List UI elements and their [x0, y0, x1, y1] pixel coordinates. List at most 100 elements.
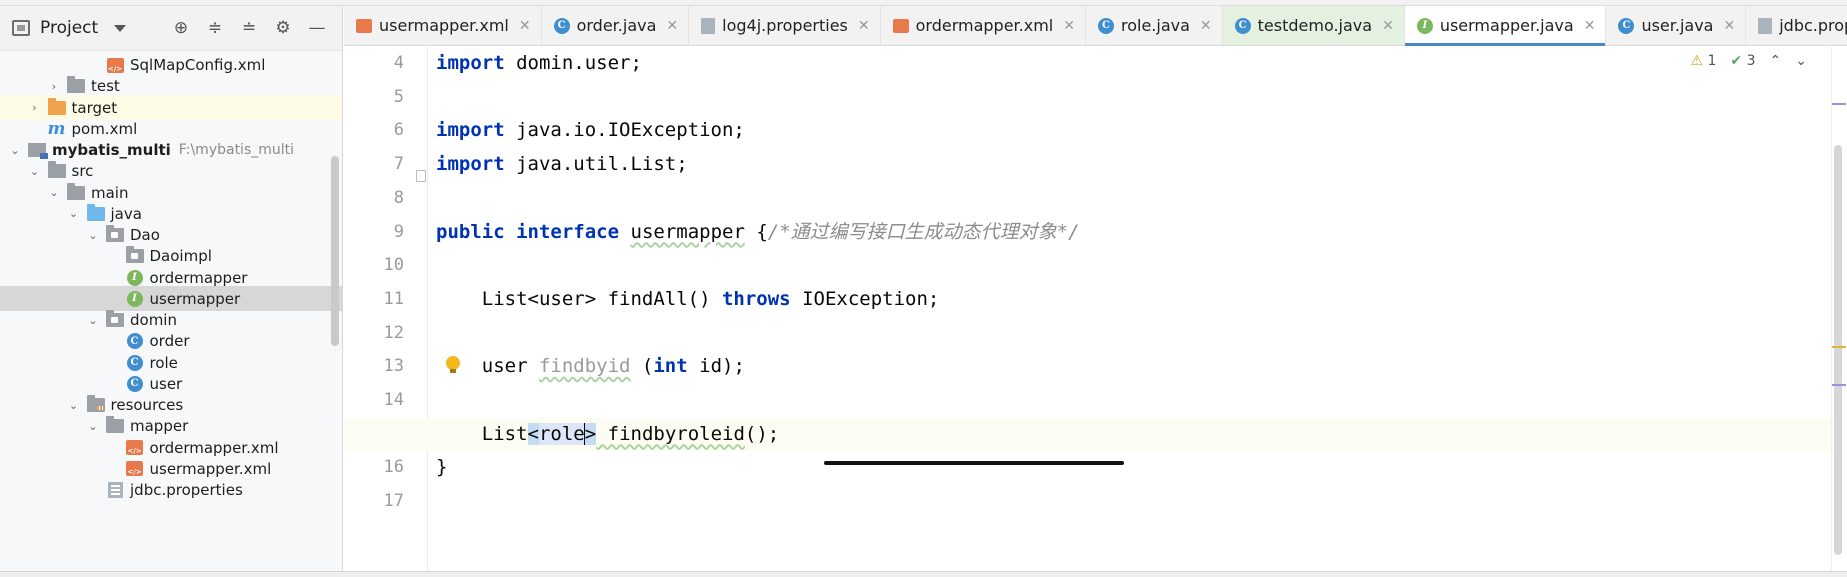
class-icon: C — [1097, 17, 1114, 34]
chevron-down-icon[interactable]: ⌄ — [86, 228, 100, 242]
warning-count[interactable]: ⚠ 1 — [1690, 53, 1716, 69]
folder-icon — [67, 182, 85, 201]
line-number: 14 — [383, 390, 404, 410]
warning-stripe-mark[interactable] — [1832, 346, 1846, 348]
editor-scrollbar-thumb[interactable] — [1834, 145, 1842, 555]
line-number: 11 — [383, 288, 404, 309]
locate-icon[interactable]: ⊕ — [170, 17, 192, 39]
chevron-down-icon[interactable]: ⌄ — [8, 143, 22, 157]
interface-icon: I — [126, 290, 144, 307]
code-line-16: } — [436, 456, 448, 479]
collapse-all-icon[interactable]: ≐ — [238, 17, 260, 39]
editor-tabs: usermapper.xml ✕ Corder.java ✕ log4j.propert… — [344, 6, 1847, 46]
tree-item-label: SqlMapConfig.xml — [130, 56, 266, 74]
code-line-6: import java.io.IOException; — [436, 119, 745, 142]
chevron-down-icon[interactable] — [114, 24, 127, 32]
tab-label: log4j.properties — [722, 16, 848, 35]
annotation-underline — [824, 461, 1124, 465]
warning-icon: ⚠ — [1690, 53, 1704, 69]
code-line-11: List<user> findAll() throws IOException; — [436, 287, 940, 310]
line-number: 4 — [393, 53, 404, 73]
class-icon: C — [126, 375, 144, 392]
chevron-down-icon[interactable]: ⌄ — [86, 419, 100, 433]
tab-order-java[interactable]: Corder.java ✕ — [542, 6, 690, 45]
interface-icon: I — [126, 269, 144, 286]
tab-jdbc-properties[interactable]: jdbc.propertie — [1746, 6, 1847, 45]
line-number: 16 — [383, 457, 404, 478]
tab-testdemo-java[interactable]: Ctestdemo.java ✕ — [1222, 6, 1405, 45]
chevron-down-icon[interactable]: ⌄ — [1795, 53, 1807, 69]
close-icon[interactable]: ✕ — [1584, 18, 1596, 34]
chevron-down-icon[interactable]: ⌄ — [86, 313, 100, 327]
project-panel: Project ⊕ ≑ ≐ ⚙ — › </> SqlMapConfig.xml › t… — [0, 6, 343, 571]
chevron-down-icon[interactable]: ⌄ — [67, 398, 81, 412]
project-panel-header: Project ⊕ ≑ ≐ ⚙ — — [0, 6, 342, 51]
line-number: 8 — [393, 187, 404, 208]
tree-item-label: test — [91, 77, 120, 96]
hide-panel-icon[interactable]: — — [306, 17, 328, 39]
close-icon[interactable]: ✕ — [1723, 18, 1735, 34]
close-icon[interactable]: ✕ — [1382, 18, 1394, 34]
line-number: 10 — [383, 255, 404, 276]
line-number: 7 — [393, 154, 404, 175]
interface-icon: I — [1416, 17, 1433, 34]
chevron-down-icon[interactable]: ⌄ — [47, 186, 61, 200]
tab-usermapper-java[interactable]: Iusermapper.java ✕ — [1404, 6, 1607, 46]
chevron-down-icon[interactable]: ⌄ — [28, 164, 42, 178]
close-icon[interactable]: ✕ — [858, 18, 870, 34]
tab-log4j-properties[interactable]: log4j.properties ✕ — [689, 6, 881, 45]
tab-label: ordermapper.xml — [915, 16, 1054, 35]
close-icon[interactable]: ✕ — [1063, 18, 1075, 34]
error-stripe-mark[interactable] — [1832, 103, 1846, 105]
tab-label: role.java — [1120, 16, 1190, 35]
package-icon — [125, 246, 144, 264]
class-icon: C — [126, 354, 144, 371]
project-scrollbar[interactable] — [331, 156, 339, 346]
class-icon: C — [1234, 17, 1251, 34]
code-line-13: user findbyid (int id); — [436, 355, 745, 378]
close-icon[interactable]: ✕ — [1200, 18, 1212, 34]
tab-label: jdbc.propertie — [1779, 16, 1847, 35]
tree-item-label: jdbc.properties — [130, 481, 243, 499]
tree-item-label: user — [149, 374, 183, 393]
expand-all-icon[interactable]: ≑ — [204, 17, 226, 39]
tree-item-label: usermapper — [149, 289, 241, 308]
tree-item-jdbc-properties[interactable]: ›jdbc.properties — [0, 478, 342, 503]
editor-scrollbar-track[interactable] — [1831, 47, 1847, 571]
tab-label: testdemo.java — [1257, 16, 1373, 35]
xml-file-icon — [892, 18, 909, 33]
code-line-7: import java.util.List; — [436, 153, 688, 176]
fold-marker-icon[interactable] — [416, 170, 426, 182]
gear-icon[interactable]: ⚙ — [272, 17, 294, 39]
code-editor[interactable]: 4567891011121314151617 import domin.user… — [344, 47, 1847, 571]
tab-user-java[interactable]: Cuser.java ✕ — [1606, 6, 1747, 45]
tab-role-java[interactable]: Crole.java ✕ — [1086, 6, 1223, 45]
tab-usermapper-xml[interactable]: usermapper.xml ✕ — [344, 6, 542, 45]
tree-item-label: order — [149, 332, 190, 351]
chevron-down-icon[interactable]: ⌄ — [67, 207, 81, 221]
close-icon[interactable]: ✕ — [519, 18, 531, 34]
tree-item-label: java — [110, 204, 142, 223]
tab-ordermapper-xml[interactable]: ordermapper.xml ✕ — [881, 6, 1086, 45]
folder-icon — [47, 161, 66, 179]
xml-file-icon: </> — [126, 461, 144, 477]
chevron-right-icon[interactable]: › — [28, 101, 42, 115]
package-icon — [106, 310, 124, 328]
inspection-widget[interactable]: ⚠ 1 ✔ 3 ⌃ ⌄ — [1690, 53, 1807, 69]
project-panel-title[interactable]: Project — [40, 18, 98, 38]
tree-item-label: ordermapper — [149, 268, 248, 287]
close-icon[interactable]: ✕ — [666, 18, 678, 34]
folder-icon — [67, 76, 85, 94]
xml-file-icon: </> — [126, 440, 144, 456]
ok-count[interactable]: ✔ 3 — [1730, 53, 1755, 69]
line-number: 5 — [393, 86, 404, 107]
line-number: 17 — [383, 491, 404, 512]
info-stripe-mark[interactable] — [1832, 384, 1846, 386]
line-number: 12 — [383, 322, 404, 343]
class-icon: C — [126, 333, 144, 350]
tree-item-label: role — [149, 353, 178, 372]
chevron-right-icon[interactable]: › — [47, 79, 61, 93]
code-line-4: import domin.user; — [436, 52, 642, 74]
tree-item-label: Daoimpl — [149, 247, 212, 266]
chevron-up-icon[interactable]: ⌃ — [1770, 53, 1782, 69]
